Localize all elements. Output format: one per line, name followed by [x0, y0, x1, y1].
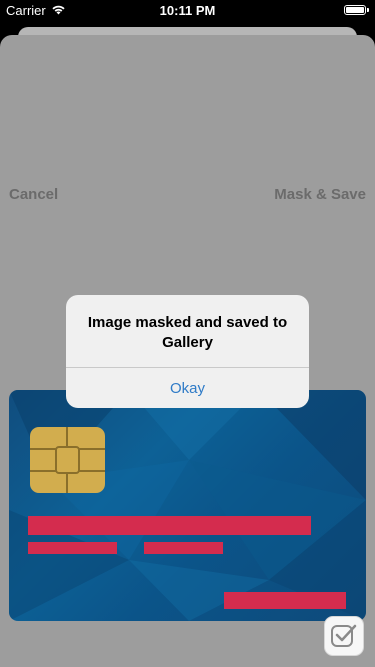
mask-bar-detail-1: [28, 542, 117, 554]
alert-message: Image masked and saved to Gallery: [87, 314, 288, 351]
mask-bar-card-number: [28, 516, 311, 535]
card-background-pattern: [9, 390, 366, 621]
mask-bar-name: [224, 592, 346, 609]
mask-and-save-button[interactable]: Mask & Save: [274, 186, 366, 203]
mask-bar-detail-2: [144, 542, 223, 554]
battery-icon: [344, 5, 369, 15]
cancel-button[interactable]: Cancel: [9, 186, 58, 203]
credit-card-image: [9, 390, 366, 621]
okay-button[interactable]: Okay: [66, 368, 309, 408]
card-chip: [30, 427, 105, 493]
status-time: 10:11 PM: [159, 3, 216, 18]
status-bar: Carrier 10:11 PM: [0, 0, 375, 22]
checkmark-badge-icon: [324, 616, 364, 656]
alert-dialog: Image masked and saved to Gallery Okay: [66, 295, 309, 408]
